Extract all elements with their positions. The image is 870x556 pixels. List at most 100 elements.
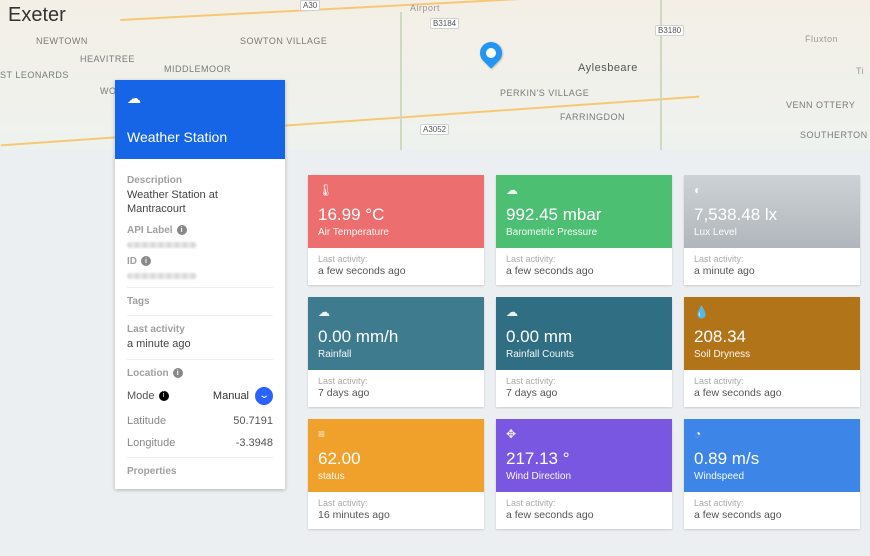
metric-tile[interactable]: ≡ 62.00 status Last activity:16 minutes ago <box>308 419 484 529</box>
metric-tile[interactable]: 💧208.34Soil DrynessLast activity:a few s… <box>684 297 860 407</box>
road-label: A3052 <box>420 124 449 135</box>
tile-name: status <box>318 471 474 482</box>
map-place-label: FARRINGDON <box>560 112 625 122</box>
road-label: B3180 <box>655 25 684 36</box>
tile-icon: ☁ <box>506 305 662 319</box>
map-place-label: Aylesbeare <box>578 62 638 74</box>
api-label-label: API Labeli <box>127 225 273 236</box>
map-place-label: HEAVITREE <box>80 54 135 64</box>
location-label: Locationi <box>127 368 273 379</box>
map-place-label: Airport <box>410 3 440 13</box>
mode-value: Manual <box>213 390 249 402</box>
tile-name: Wind Direction <box>506 471 662 482</box>
tile-last-activity-label: Last activity: <box>506 498 662 508</box>
properties-label: Properties <box>127 466 273 477</box>
tile-last-activity-label: Last activity: <box>506 376 662 386</box>
tile-last-activity-value: 7 days ago <box>318 387 474 399</box>
metric-tile[interactable]: 🌡16.99 °CAir TemperatureLast activity:a … <box>308 175 484 285</box>
map-city-label: Exeter <box>8 4 66 27</box>
tile-name: Rainfall <box>318 349 474 360</box>
latitude-value: 50.7191 <box>233 415 273 427</box>
device-panel: ☁ Weather Station Description Weather St… <box>115 80 285 489</box>
panel-header: ☁ Weather Station <box>115 80 285 159</box>
tile-last-activity-label: Last activity: <box>694 498 850 508</box>
tile-header: ◔ 0.89 m/s Windspeed <box>684 419 860 492</box>
tile-footer: Last activity:a few seconds ago <box>684 492 860 529</box>
tile-last-activity-label: Last activity: <box>318 376 474 386</box>
map-place-label: ST LEONARDS <box>0 70 69 80</box>
tags-label: Tags <box>127 296 273 307</box>
road-label: B3184 <box>430 18 459 29</box>
tile-last-activity-value: 7 days ago <box>506 387 662 399</box>
tile-last-activity-value: a few seconds ago <box>506 265 662 277</box>
description-label: Description <box>127 175 273 186</box>
mode-select[interactable]: Manual ⌄ <box>213 387 273 405</box>
metric-tile[interactable]: ☁0.00 mmRainfall Counts Last activity:7 d… <box>496 297 672 407</box>
metric-tile[interactable]: ☁992.45 mbarBarometric Pressure Last acti… <box>496 175 672 285</box>
tile-value: 0.89 m/s <box>694 449 850 469</box>
tile-footer: Last activity:16 minutes ago <box>308 492 484 529</box>
map-pin-icon[interactable] <box>475 37 506 68</box>
tile-name: Lux Level <box>694 227 850 238</box>
map-place-label: MIDDLEMOOR <box>164 64 231 74</box>
tile-value: 7,538.48 lx <box>694 205 850 225</box>
metric-tile[interactable]: ◐ 7,538.48 lx Lux Level Last activity:a min… <box>684 175 860 285</box>
tile-name: Barometric Pressure <box>506 227 662 238</box>
longitude-value: -3.3948 <box>236 437 273 449</box>
tile-icon: ◐ <box>694 183 850 197</box>
tile-value: 62.00 <box>318 449 474 469</box>
tile-header: ☁0.00 mm/hRainfall <box>308 297 484 370</box>
tiles-grid: 🌡16.99 °CAir TemperatureLast activity:a … <box>308 175 861 529</box>
metric-tile[interactable]: ◔ 0.89 m/s Windspeed Last activity:a few se… <box>684 419 860 529</box>
tile-header: ✥ 217.13 ° Wind Direction <box>496 419 672 492</box>
tile-last-activity-value: a few seconds ago <box>318 265 474 277</box>
tile-icon: 🌡 <box>318 183 474 197</box>
info-icon[interactable]: i <box>177 225 187 235</box>
tile-last-activity-value: a few seconds ago <box>694 509 850 521</box>
tile-last-activity-label: Last activity: <box>506 254 662 264</box>
api-label-value-redacted <box>127 242 197 248</box>
tile-name: Rainfall Counts <box>506 349 662 360</box>
info-icon[interactable]: i <box>159 391 169 401</box>
map-place-label: PERKIN'S VILLAGE <box>500 88 589 98</box>
metric-tile[interactable]: ✥ 217.13 ° Wind Direction Last activity:a f… <box>496 419 672 529</box>
tile-value: 0.00 mm/h <box>318 327 474 347</box>
map-place-label: NEWTOWN <box>36 36 88 46</box>
tile-icon: ✥ <box>506 427 662 441</box>
tile-last-activity-value: a few seconds ago <box>506 509 662 521</box>
tile-icon: ◔ <box>694 427 850 441</box>
description-value: Weather Station at Mantracourt <box>127 188 273 217</box>
tile-header: ☁0.00 mmRainfall Counts <box>496 297 672 370</box>
last-activity-label: Last activity <box>127 324 273 335</box>
tile-last-activity-label: Last activity: <box>694 376 850 386</box>
info-icon[interactable]: i <box>173 368 183 378</box>
tile-last-activity-value: a minute ago <box>694 265 850 277</box>
tile-header: ◐ 7,538.48 lx Lux Level <box>684 175 860 248</box>
map-place-label: SOWTON VILLAGE <box>240 36 327 46</box>
last-activity-value: a minute ago <box>127 337 273 351</box>
map-place-label: SOUTHERTON <box>800 130 868 140</box>
metric-tile[interactable]: ☁0.00 mm/hRainfallLast activity:7 days a… <box>308 297 484 407</box>
tile-value: 208.34 <box>694 327 850 347</box>
tile-header: 💧208.34Soil Dryness <box>684 297 860 370</box>
tile-name: Air Temperature <box>318 227 474 238</box>
cloud-icon: ☁ <box>127 90 273 107</box>
tile-value: 217.13 ° <box>506 449 662 469</box>
tile-icon: ☁ <box>506 183 662 197</box>
tile-last-activity-label: Last activity: <box>694 254 850 264</box>
tile-footer: Last activity:a minute ago <box>684 248 860 285</box>
map-place-label: Fluxton <box>805 34 838 44</box>
map-place-label: VENN OTTERY <box>786 100 855 110</box>
tile-last-activity-label: Last activity: <box>318 254 474 264</box>
mode-label: Mode <box>127 390 155 402</box>
tile-footer: Last activity:7 days ago <box>308 370 484 407</box>
tile-name: Windspeed <box>694 471 850 482</box>
tile-header: ☁992.45 mbarBarometric Pressure <box>496 175 672 248</box>
latitude-label: Latitude <box>127 415 166 427</box>
tile-icon: ≡ <box>318 427 474 441</box>
tile-name: Soil Dryness <box>694 349 850 360</box>
tile-last-activity-value: a few seconds ago <box>694 387 850 399</box>
info-icon[interactable]: i <box>141 256 151 266</box>
map-place-label: Ti <box>856 66 864 76</box>
chevron-down-icon[interactable]: ⌄ <box>255 387 273 405</box>
